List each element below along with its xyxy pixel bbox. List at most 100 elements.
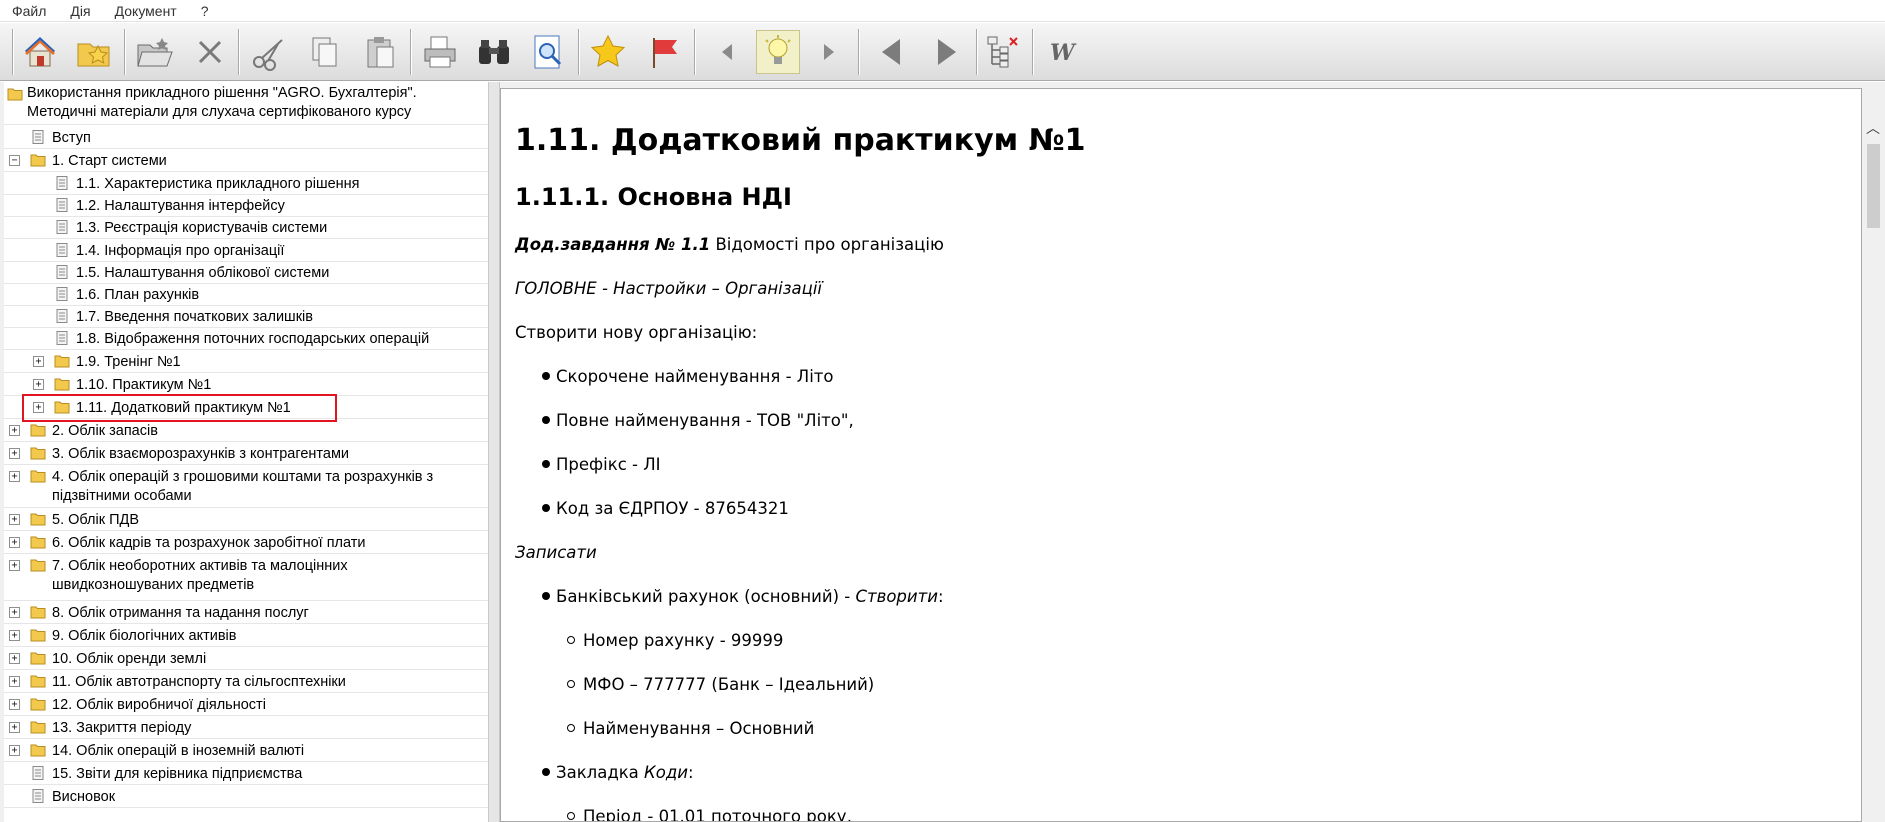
page-icon	[56, 265, 68, 279]
copy-icon[interactable]	[302, 30, 346, 74]
cut-icon[interactable]	[246, 30, 290, 74]
toolbar-separator	[238, 29, 240, 75]
tree-item-1-9[interactable]: 1.9. Тренінг №1	[54, 353, 181, 372]
word-export-icon[interactable]: W	[1040, 30, 1084, 74]
expand-toggle[interactable]: +	[9, 514, 20, 525]
tree-item-label: 4. Облік операцій з грошовими коштами та…	[52, 469, 434, 504]
tree-item-1-5[interactable]: 1.5. Налаштування облікової системи	[54, 264, 329, 283]
expand-toggle[interactable]: +	[9, 448, 20, 459]
folder-icon	[30, 606, 46, 619]
scroll-up-icon[interactable]: ︿	[1866, 118, 1880, 138]
tree-item-chapter-7[interactable]: 7. Облік необоротних активів та малоцінн…	[30, 557, 382, 595]
menu-action[interactable]: Дія	[58, 0, 102, 22]
expand-toggle[interactable]: +	[33, 379, 44, 390]
expand-toggle[interactable]: +	[9, 722, 20, 733]
print-icon[interactable]	[418, 30, 462, 74]
forward-small-icon[interactable]	[806, 30, 850, 74]
folder-icon	[30, 721, 46, 734]
tree-item-intro[interactable]: Вступ	[30, 129, 91, 148]
back-small-icon[interactable]	[706, 30, 750, 74]
tree-item-1-3[interactable]: 1.3. Реєстрація користувачів системи	[54, 219, 327, 238]
menu-file[interactable]: Файл	[0, 0, 58, 22]
tree-item-chapter-14[interactable]: 14. Облік операцій в іноземній валюті	[30, 742, 304, 761]
tree-item-label: 14. Облік операцій в іноземній валюті	[52, 743, 305, 759]
tree-item-1-10[interactable]: 1.10. Практикум №1	[54, 376, 211, 395]
tree-item-chapter-13[interactable]: 13. Закриття періоду	[30, 719, 191, 738]
forward-icon[interactable]	[924, 30, 968, 74]
tree-sync-icon[interactable]	[980, 30, 1024, 74]
tree-item-label: 5. Облік ПДВ	[52, 512, 140, 528]
pane-splitter[interactable]	[488, 82, 500, 822]
page-icon	[56, 176, 68, 190]
expand-toggle[interactable]: +	[9, 607, 20, 618]
bullet-text: Закладка	[556, 763, 645, 782]
expand-toggle[interactable]: +	[9, 653, 20, 664]
open-folder-icon[interactable]	[132, 30, 176, 74]
star-icon[interactable]	[586, 30, 630, 74]
preview-icon[interactable]	[526, 30, 570, 74]
selection-highlight-box	[22, 394, 337, 422]
expand-toggle[interactable]: +	[9, 471, 20, 482]
row-divider	[4, 261, 488, 262]
contents-tree[interactable]: Використання прикладного рішення "AGRO. …	[4, 82, 488, 822]
tree-item-chapter-5[interactable]: 5. Облік ПДВ	[30, 511, 139, 530]
sub-bullet-item: Найменування – Основний	[567, 719, 814, 738]
tree-item-1-6[interactable]: 1.6. План рахунків	[54, 286, 199, 305]
tree-item-1-7[interactable]: 1.7. Введення початкових залишків	[54, 308, 313, 327]
home-icon[interactable]	[18, 30, 62, 74]
tree-item-label: 13. Закриття періоду	[52, 720, 192, 736]
row-divider	[4, 327, 488, 328]
find-icon[interactable]	[472, 30, 516, 74]
tree-item-chapter-12[interactable]: 12. Облік виробничої діяльності	[30, 696, 266, 715]
bullet-text: Банківський рахунок (основний) -	[556, 587, 856, 606]
expand-toggle[interactable]: +	[9, 630, 20, 641]
tree-root[interactable]: Використання прикладного рішення "AGRO. …	[7, 84, 467, 122]
sub-bullet-text: Номер рахунку - 99999	[583, 631, 784, 650]
expand-toggle[interactable]: +	[9, 745, 20, 756]
folder-icon	[30, 424, 46, 437]
flag-icon[interactable]	[642, 30, 686, 74]
expand-toggle[interactable]: +	[9, 560, 20, 571]
scroll-thumb[interactable]	[1867, 144, 1880, 228]
tree-item-chapter-6[interactable]: 6. Облік кадрів та розрахунок заробітної…	[30, 534, 366, 553]
tree-item-chapter-2[interactable]: 2. Облік запасів	[30, 422, 158, 441]
row-divider	[4, 738, 488, 739]
bullet-item: Префікс - ЛІ	[542, 455, 660, 474]
tree-item-chapter-9[interactable]: 9. Облік біологічних активів	[30, 627, 236, 646]
bulb-icon[interactable]	[756, 30, 800, 74]
tree-item-label: 15. Звіти для керівника підприємства	[52, 766, 303, 782]
tree-item-conclusion[interactable]: Висновок	[30, 788, 115, 807]
expand-toggle[interactable]: +	[9, 699, 20, 710]
back-icon[interactable]	[870, 30, 914, 74]
expand-toggle[interactable]: +	[9, 537, 20, 548]
tree-item-chapter-11[interactable]: 11. Облік автотранспорту та сільгосптехн…	[30, 673, 346, 692]
expand-toggle[interactable]: +	[9, 425, 20, 436]
tree-item-chapter-3[interactable]: 3. Облік взаєморозрахунків з контрагента…	[30, 445, 349, 464]
tree-item-1-2[interactable]: 1.2. Налаштування інтерфейсу	[54, 197, 285, 216]
menu-document[interactable]: Документ	[103, 0, 189, 22]
tree-item-1-1[interactable]: 1.1. Характеристика прикладного рішення	[54, 175, 360, 194]
tree-item-1-8[interactable]: 1.8. Відображення поточних господарських…	[54, 330, 429, 349]
expand-toggle[interactable]: +	[33, 356, 44, 367]
vertical-scrollbar[interactable]: ︿	[1862, 88, 1885, 822]
tree-item-chapter-4[interactable]: 4. Облік операцій з грошовими коштами та…	[30, 468, 482, 506]
toolbar-separator	[1032, 29, 1034, 75]
tree-item-chapter-15[interactable]: 15. Звіти для керівника підприємства	[30, 765, 302, 784]
paste-icon[interactable]	[358, 30, 402, 74]
row-divider	[4, 124, 488, 125]
delete-icon[interactable]	[188, 30, 232, 74]
document-view[interactable]: 1.11. Додатковий практикум №1 1.11.1. Ос…	[500, 88, 1862, 822]
menu-help[interactable]: ?	[189, 0, 221, 22]
favorites-folder-icon[interactable]	[72, 30, 116, 74]
folder-icon	[30, 559, 46, 572]
bullet-text: :	[937, 587, 944, 606]
tree-item-start[interactable]: 1. Старт системи	[30, 152, 167, 171]
instruction: Створити нову організацію:	[515, 323, 758, 342]
tree-item-chapter-8[interactable]: 8. Облік отримання та надання послуг	[30, 604, 309, 623]
tree-item-1-4[interactable]: 1.4. Інформація про організації	[54, 242, 284, 261]
tree-item-label: Висновок	[52, 789, 116, 805]
expand-toggle[interactable]: +	[9, 676, 20, 687]
svg-text:W: W	[1050, 40, 1077, 66]
collapse-toggle[interactable]: −	[9, 155, 20, 166]
tree-item-chapter-10[interactable]: 10. Облік оренди землі	[30, 650, 206, 669]
